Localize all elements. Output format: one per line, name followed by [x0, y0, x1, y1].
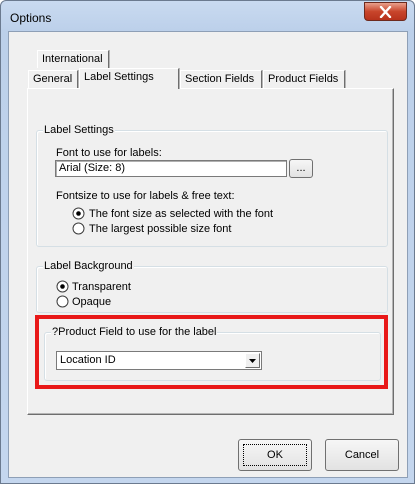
tab-label: Section Fields — [185, 73, 255, 85]
group-title: Label Settings — [43, 124, 115, 136]
tab-section-fields[interactable]: Section Fields — [180, 70, 262, 88]
cancel-button-label: Cancel — [344, 449, 380, 461]
tab-international[interactable]: International — [37, 50, 109, 68]
window-title: Options — [10, 11, 52, 25]
tab-label: General — [33, 73, 73, 85]
cancel-button[interactable]: Cancel — [325, 439, 399, 471]
ok-button[interactable]: OK — [238, 439, 312, 471]
background-option-opaque[interactable]: Opaque — [72, 296, 111, 309]
tab-label: Product Fields — [268, 73, 339, 85]
fontsize-label: Fontsize to use for labels & free text: — [56, 190, 235, 202]
radio-unselected-icon[interactable] — [72, 222, 85, 235]
title-bar[interactable]: Options — [1, 1, 414, 31]
tab-label: Label Settings — [84, 71, 154, 83]
tab-label-settings[interactable]: Label Settings — [79, 68, 179, 89]
radio-unselected-icon[interactable] — [56, 295, 69, 308]
close-x-icon — [379, 6, 392, 18]
browse-font-button[interactable]: ... — [289, 159, 313, 178]
tab-general[interactable]: General — [28, 70, 78, 88]
close-button[interactable] — [364, 2, 407, 21]
background-option-transparent[interactable]: Transparent — [72, 281, 131, 294]
focus-rect — [243, 444, 307, 466]
radio-selected-icon[interactable] — [72, 207, 85, 220]
font-field[interactable]: Arial (Size: 8) — [55, 160, 287, 177]
highlight-box — [35, 315, 388, 389]
tab-product-fields[interactable]: Product Fields — [263, 70, 345, 88]
fontsize-option-selected-font[interactable]: The font size as selected with the font — [89, 208, 273, 221]
font-field-value: Arial (Size: 8) — [59, 162, 126, 174]
font-label: Font to use for labels: — [56, 147, 162, 159]
group-title: Label Background — [43, 260, 134, 272]
tab-label: International — [42, 53, 103, 65]
radio-selected-icon[interactable] — [56, 280, 69, 293]
fontsize-option-largest[interactable]: The largest possible size font — [89, 223, 231, 236]
browse-button-label: ... — [296, 162, 306, 174]
options-window: Options International General Section Fi… — [0, 0, 415, 484]
